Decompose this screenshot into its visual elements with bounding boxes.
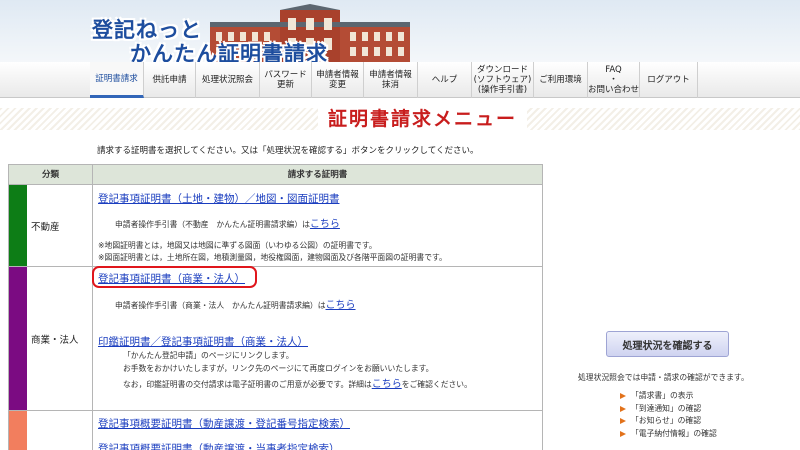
status-note: 処理状況照会では申請・請求の確認ができます。: [578, 373, 749, 382]
category-label: 商業・法人: [31, 334, 79, 346]
guide-prefix: 申請者操作手引書（不動産 かんたん証明書請求編）は: [115, 220, 310, 229]
page-title: 証明書請求メニュー: [318, 104, 528, 134]
real-estate-guide-text: 申請者操作手引書（不動産 かんたん証明書請求編）はこちら: [115, 215, 340, 230]
table-header: 分類 請求する証明書: [9, 165, 542, 185]
arrow-icon: [620, 393, 626, 399]
seal-note-2: お手数をおかけいたしますが，リンク先のページにて再度ログインをお願いいたします。: [123, 364, 434, 373]
drawing-certificate-note: ※図面証明書とは，土地所在図，地積測量図，地役権図面，建物図面及び各階平面図の証…: [98, 253, 447, 262]
row-corporate: 商業・法人 登記事項証明書（商業・法人） 申請者操作手引書（商業・法人 かんたん…: [9, 267, 542, 411]
nav-deposit-application[interactable]: 供託申請: [144, 62, 196, 98]
nav-status-inquiry[interactable]: 処理状況照会: [196, 62, 260, 98]
list-item-label: 「到達通知」の確認: [631, 403, 702, 413]
row-movables: 登記事項概要証明書（動産譲渡・登記番号指定検索） 登記事項概要証明書（動産譲渡・…: [9, 411, 542, 450]
seal-note-suffix: をご確認ください。: [401, 380, 472, 389]
instruction-text: 請求する証明書を選択してください。又は「処理状況を確認する」ボタンをクリックして…: [97, 146, 479, 156]
category-color-bar: [9, 411, 27, 450]
check-status-button[interactable]: 処理状況を確認する: [606, 331, 729, 357]
list-item-label: 「電子納付情報」の確認: [631, 428, 717, 438]
corporate-guide-link[interactable]: こちら: [326, 300, 356, 311]
nav-download[interactable]: ダウンロード (ソフトウェア) (操作手引書): [472, 62, 534, 98]
nav-applicant-change[interactable]: 申請者情報 変更: [312, 62, 364, 98]
nav-logout[interactable]: ログアウト: [640, 62, 698, 98]
nav-certificate-request[interactable]: 証明書請求: [90, 62, 144, 98]
corporate-guide-text: 申請者操作手引書（商業・法人 かんたん証明書請求編）はこちら: [115, 296, 356, 311]
arrow-icon: [620, 430, 626, 437]
movables-party-search-link[interactable]: 登記事項概要証明書（動産譲渡・当事者指定検索）: [98, 441, 340, 450]
corporate-certificate-link[interactable]: 登記事項証明書（商業・法人）: [98, 271, 245, 286]
map-certificate-note: ※地図証明書とは，地図又は地図に準ずる図面（いわゆる公図）の証明書です。: [98, 241, 377, 250]
category-cell: 不動産: [9, 185, 93, 266]
header-certificate: 請求する証明書: [287, 170, 348, 180]
real-estate-guide-link[interactable]: こちら: [310, 219, 340, 230]
list-item: 「お知らせ」の確認: [620, 415, 717, 428]
real-estate-certificate-link[interactable]: 登記事項証明書（土地・建物）／地図・図面証明書: [98, 191, 340, 206]
category-cell: [9, 411, 93, 450]
nav-faq[interactable]: FAQ ・ お問い合わせ: [588, 62, 640, 98]
main-nav: 証明書請求 供託申請 処理状況照会 パスワード 更新 申請者情報 変更 申請者情…: [0, 62, 800, 98]
seal-certificate-link[interactable]: 印鑑証明書／登記事項証明書（商業・法人）: [98, 334, 308, 349]
arrow-icon: [620, 418, 626, 425]
list-item: 「到達通知」の確認: [620, 403, 717, 416]
nav-environment[interactable]: ご利用環境: [534, 62, 588, 98]
category-color-bar: [9, 185, 27, 266]
header-category: 分類: [9, 165, 93, 185]
list-item: 「請求書」の表示: [620, 390, 717, 403]
list-item: 「電子納付情報」の確認: [620, 428, 717, 441]
status-feature-list: 「請求書」の表示 「到達通知」の確認 「お知らせ」の確認 「電子納付情報」の確認: [620, 390, 717, 440]
seal-note-1: 「かんたん登記申請」のページにリンクします。: [123, 351, 294, 360]
movables-number-search-link[interactable]: 登記事項概要証明書（動産譲渡・登記番号指定検索）: [98, 416, 350, 431]
row-real-estate: 不動産 登記事項証明書（土地・建物）／地図・図面証明書 申請者操作手引書（不動産…: [9, 185, 542, 267]
category-cell: 商業・法人: [9, 267, 93, 410]
certificate-table: 分類 請求する証明書 不動産 登記事項証明書（土地・建物）／地図・図面証明書 申…: [8, 164, 543, 450]
nav-password-update[interactable]: パスワード 更新: [260, 62, 312, 98]
logo-subtitle: かんたん証明書請求: [130, 42, 328, 62]
list-item-label: 「請求書」の表示: [631, 391, 694, 400]
list-item-label: 「お知らせ」の確認: [631, 416, 702, 426]
nav-applicant-delete[interactable]: 申請者情報 抹消: [364, 62, 418, 98]
category-color-bar: [9, 267, 27, 410]
arrow-icon: [620, 405, 626, 412]
seal-note-3: なお，印鑑証明書の交付請求は電子証明書のご用意が必要です。詳細はこちらをご確認く…: [123, 375, 472, 390]
seal-details-link[interactable]: こちら: [372, 379, 402, 390]
category-label: 不動産: [31, 221, 60, 233]
seal-note-prefix: なお，印鑑証明書の交付請求は電子証明書のご用意が必要です。詳細は: [123, 380, 372, 389]
site-header: 登記ねっと かんたん証明書請求: [0, 0, 800, 62]
nav-help[interactable]: ヘルプ: [418, 62, 472, 98]
guide-prefix: 申請者操作手引書（商業・法人 かんたん証明書請求編）は: [115, 301, 326, 310]
